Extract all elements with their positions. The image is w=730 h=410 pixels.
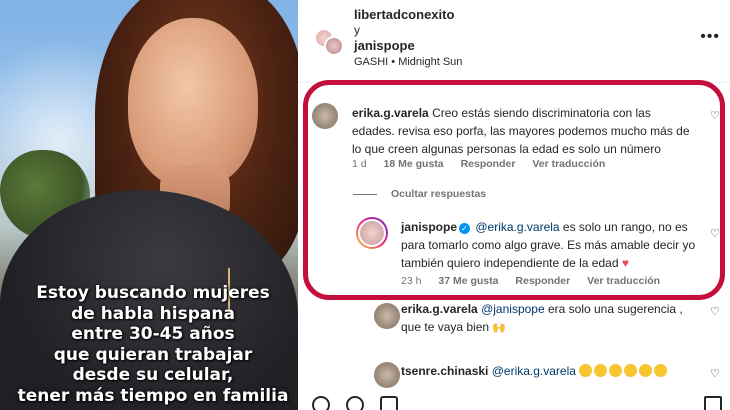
comment-username[interactable]: erika.g.varela [352, 106, 429, 120]
collab-avatars[interactable] [312, 26, 346, 56]
caption-line: de habla hispana [71, 303, 235, 324]
person-face [128, 18, 258, 188]
hide-replies-button[interactable]: Ocultar respuestas [353, 188, 486, 200]
reply-button[interactable]: Responder [461, 158, 516, 170]
reply-username[interactable]: tsenre.chinaski [401, 364, 488, 378]
heart-icon[interactable]: ♡ [710, 306, 722, 318]
mention-link[interactable]: @erika.g.varela [492, 364, 576, 378]
collab-conjunction: y [354, 23, 360, 37]
mention-link[interactable]: @janispope [481, 302, 545, 316]
reply-username[interactable]: janispope [401, 220, 457, 234]
reply-meta: 23 h 37 Me gusta Responder Ver traducció… [401, 275, 674, 287]
caption-line: que quieran trabajar [53, 344, 253, 365]
avatar-image [358, 219, 386, 247]
action-bar [312, 396, 722, 410]
hands-emoji-icon: 🙌 [492, 322, 507, 334]
avatar[interactable] [374, 362, 400, 388]
heart-icon[interactable]: ♡ [710, 368, 722, 380]
avatar [324, 36, 344, 56]
red-heart-icon: ♥ [621, 256, 629, 270]
laughing-emoji-icons [579, 364, 669, 378]
reply-text: tsenre.chinaski @erika.g.varela [401, 362, 697, 380]
share-icon[interactable] [380, 396, 398, 410]
avatar[interactable] [374, 303, 400, 329]
image-caption: Estoy buscando mujeres de habla hispana … [8, 283, 298, 406]
caption-line: tener más tiempo en familia [17, 385, 289, 406]
comment-time: 1 d [352, 158, 367, 170]
audio-track[interactable]: GASHI • Midnight Sun [354, 56, 462, 68]
comment-likes[interactable]: 18 Me gusta [384, 158, 444, 170]
collaborator-username[interactable]: janispope [354, 38, 415, 53]
post-header: libertadconexito y janispope GASHI • Mid… [312, 4, 722, 74]
reply-likes[interactable]: 37 Me gusta [438, 275, 498, 287]
comment-icon[interactable] [346, 396, 364, 410]
instagram-post-view: Estoy buscando mujeres de habla hispana … [0, 0, 730, 410]
comment-text: erika.g.varela Creo estás siendo discrim… [352, 104, 690, 158]
caption-line: Estoy buscando mujeres [36, 283, 270, 303]
reply-time: 23 h [401, 275, 422, 287]
caption-line: desde su celular, [72, 365, 234, 385]
save-icon[interactable] [704, 396, 722, 410]
mention-link[interactable]: @erika.g.varela [475, 220, 559, 234]
divider [298, 82, 730, 83]
verified-icon: ✓ [459, 223, 471, 234]
post-image[interactable]: Estoy buscando mujeres de habla hispana … [0, 0, 298, 410]
reply-text: erika.g.varela @janispope era solo una s… [401, 300, 697, 337]
caption-line: entre 30-45 años [71, 324, 235, 344]
translate-button[interactable]: Ver traducción [587, 275, 660, 287]
reply-text: janispope ✓ @erika.g.varela es solo un ra… [401, 218, 697, 272]
heart-icon[interactable]: ♡ [710, 110, 722, 122]
ellipsis-icon[interactable]: ••• [700, 28, 720, 46]
comment-meta: 1 d 18 Me gusta Responder Ver traducción [352, 158, 619, 170]
reply-username[interactable]: erika.g.varela [401, 302, 478, 316]
like-icon[interactable] [312, 396, 330, 410]
comments-panel: libertadconexito y janispope GASHI • Mid… [298, 0, 730, 410]
author-username[interactable]: libertadconexito [354, 7, 454, 22]
heart-icon[interactable]: ♡ [710, 228, 722, 240]
translate-button[interactable]: Ver traducción [532, 158, 605, 170]
avatar[interactable] [356, 217, 388, 249]
hide-replies-label: Ocultar respuestas [391, 188, 487, 200]
divider [353, 193, 377, 195]
avatar[interactable] [312, 103, 338, 129]
reply-button[interactable]: Responder [515, 275, 570, 287]
